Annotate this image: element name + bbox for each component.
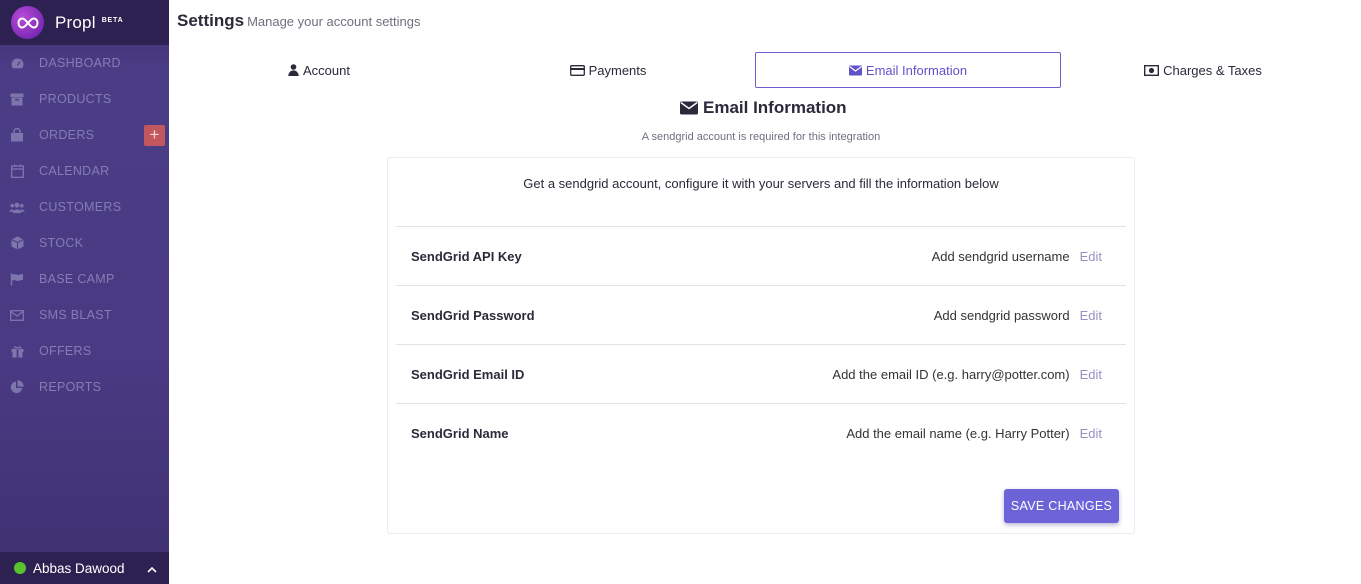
sidebar-item-label: CUSTOMERS xyxy=(39,200,122,214)
user-icon xyxy=(288,64,299,76)
tab-charges-taxes[interactable]: Charges & Taxes xyxy=(1055,52,1351,88)
user-menu[interactable]: Abbas Dawood xyxy=(0,552,169,584)
sidebar-item-label: PRODUCTS xyxy=(39,92,112,106)
sidebar-item-reports[interactable]: REPORTS xyxy=(0,369,169,405)
settings-list: SendGrid API Key Add sendgrid username E… xyxy=(396,226,1126,462)
setting-row-password: SendGrid Password Add sendgrid password … xyxy=(396,285,1126,344)
archive-icon xyxy=(9,91,25,107)
online-status-indicator xyxy=(14,562,26,574)
cube-icon xyxy=(9,235,25,251)
dashboard-icon xyxy=(9,55,25,71)
sidebar-item-products[interactable]: PRODUCTS xyxy=(0,81,169,117)
sidebar: Propl BETA DASHBOARD PRODUCTS ORDERS + C… xyxy=(0,0,169,584)
user-name: Abbas Dawood xyxy=(33,560,125,576)
page-header: Settings Manage your account settings xyxy=(177,11,421,31)
setting-row-name: SendGrid Name Add the email name (e.g. H… xyxy=(396,403,1126,462)
sidebar-item-customers[interactable]: CUSTOMERS xyxy=(0,189,169,225)
edit-link[interactable]: Edit xyxy=(1080,249,1102,264)
infinity-logo-icon xyxy=(11,6,44,39)
save-changes-button[interactable]: SAVE CHANGES xyxy=(1004,489,1119,523)
envelope-icon xyxy=(680,101,698,115)
envelope-icon xyxy=(848,65,862,76)
pie-chart-icon xyxy=(9,379,25,395)
tab-label: Payments xyxy=(588,62,647,78)
section-subtitle: A sendgrid account is required for this … xyxy=(641,131,881,143)
page-title: Settings xyxy=(177,11,245,30)
tab-label: Email Information xyxy=(865,62,968,78)
setting-label: SendGrid Name xyxy=(411,425,509,441)
setting-value: Add sendgrid password xyxy=(933,307,1070,323)
sidebar-item-label: REPORTS xyxy=(39,380,102,394)
brand[interactable]: Propl BETA xyxy=(0,0,169,45)
sidebar-item-label: SMS BLAST xyxy=(39,308,112,322)
calendar-icon xyxy=(9,163,25,179)
setting-row-email-id: SendGrid Email ID Add the email ID (e.g.… xyxy=(396,344,1126,403)
setting-label: SendGrid Password xyxy=(411,307,535,323)
envelope-icon xyxy=(9,307,25,323)
email-settings-card: Get a sendgrid account, configure it wit… xyxy=(387,157,1135,534)
beta-badge: BETA xyxy=(101,17,124,24)
flag-icon xyxy=(9,271,25,287)
sidebar-item-base-camp[interactable]: BASE CAMP xyxy=(0,261,169,297)
main-content: Settings Manage your account settings Ac… xyxy=(169,0,1361,584)
setting-row-api-key: SendGrid API Key Add sendgrid username E… xyxy=(396,226,1126,285)
setting-value: Add the email name (e.g. Harry Potter) xyxy=(846,425,1070,441)
chevron-up-icon[interactable] xyxy=(147,562,157,576)
edit-link[interactable]: Edit xyxy=(1080,308,1102,323)
sidebar-item-dashboard[interactable]: DASHBOARD xyxy=(0,45,169,81)
add-order-button[interactable]: + xyxy=(144,125,165,146)
setting-label: SendGrid API Key xyxy=(411,248,522,264)
sidebar-item-label: ORDERS xyxy=(39,128,95,142)
credit-card-icon xyxy=(569,64,585,76)
sidebar-nav: DASHBOARD PRODUCTS ORDERS + CALENDAR CUS… xyxy=(0,45,169,405)
sidebar-item-label: DASHBOARD xyxy=(39,56,121,70)
tab-payments[interactable]: Payments xyxy=(455,52,761,88)
sidebar-item-offers[interactable]: OFFERS xyxy=(0,333,169,369)
money-bill-icon xyxy=(1144,64,1160,76)
card-intro-text: Get a sendgrid account, configure it wit… xyxy=(523,176,999,191)
tab-label: Charges & Taxes xyxy=(1163,62,1262,78)
tab-label: Account xyxy=(303,62,350,78)
brand-name: Propl xyxy=(55,12,96,32)
sidebar-item-orders[interactable]: ORDERS + xyxy=(0,117,169,153)
settings-tabs: Account Payments Email Information Charg… xyxy=(169,52,1361,88)
edit-link[interactable]: Edit xyxy=(1080,367,1102,382)
edit-link[interactable]: Edit xyxy=(1080,426,1102,441)
tab-account[interactable]: Account xyxy=(169,52,469,88)
page-subtitle: Manage your account settings xyxy=(247,14,421,29)
setting-value: Add sendgrid username xyxy=(931,248,1070,264)
tab-email-information[interactable]: Email Information xyxy=(755,52,1061,88)
gift-icon xyxy=(9,343,25,359)
sidebar-item-stock[interactable]: STOCK xyxy=(0,225,169,261)
section-title: Email Information xyxy=(680,98,847,118)
section-title-text: Email Information xyxy=(703,98,847,117)
sidebar-item-label: OFFERS xyxy=(39,344,92,358)
setting-label: SendGrid Email ID xyxy=(411,366,525,382)
sidebar-item-calendar[interactable]: CALENDAR xyxy=(0,153,169,189)
sidebar-item-label: STOCK xyxy=(39,236,84,250)
sidebar-item-label: BASE CAMP xyxy=(39,272,115,286)
shopping-bag-icon xyxy=(9,127,25,143)
setting-value: Add the email ID (e.g. harry@potter.com) xyxy=(832,366,1070,382)
sidebar-item-label: CALENDAR xyxy=(39,164,110,178)
users-icon xyxy=(9,199,25,215)
sidebar-item-sms-blast[interactable]: SMS BLAST xyxy=(0,297,169,333)
